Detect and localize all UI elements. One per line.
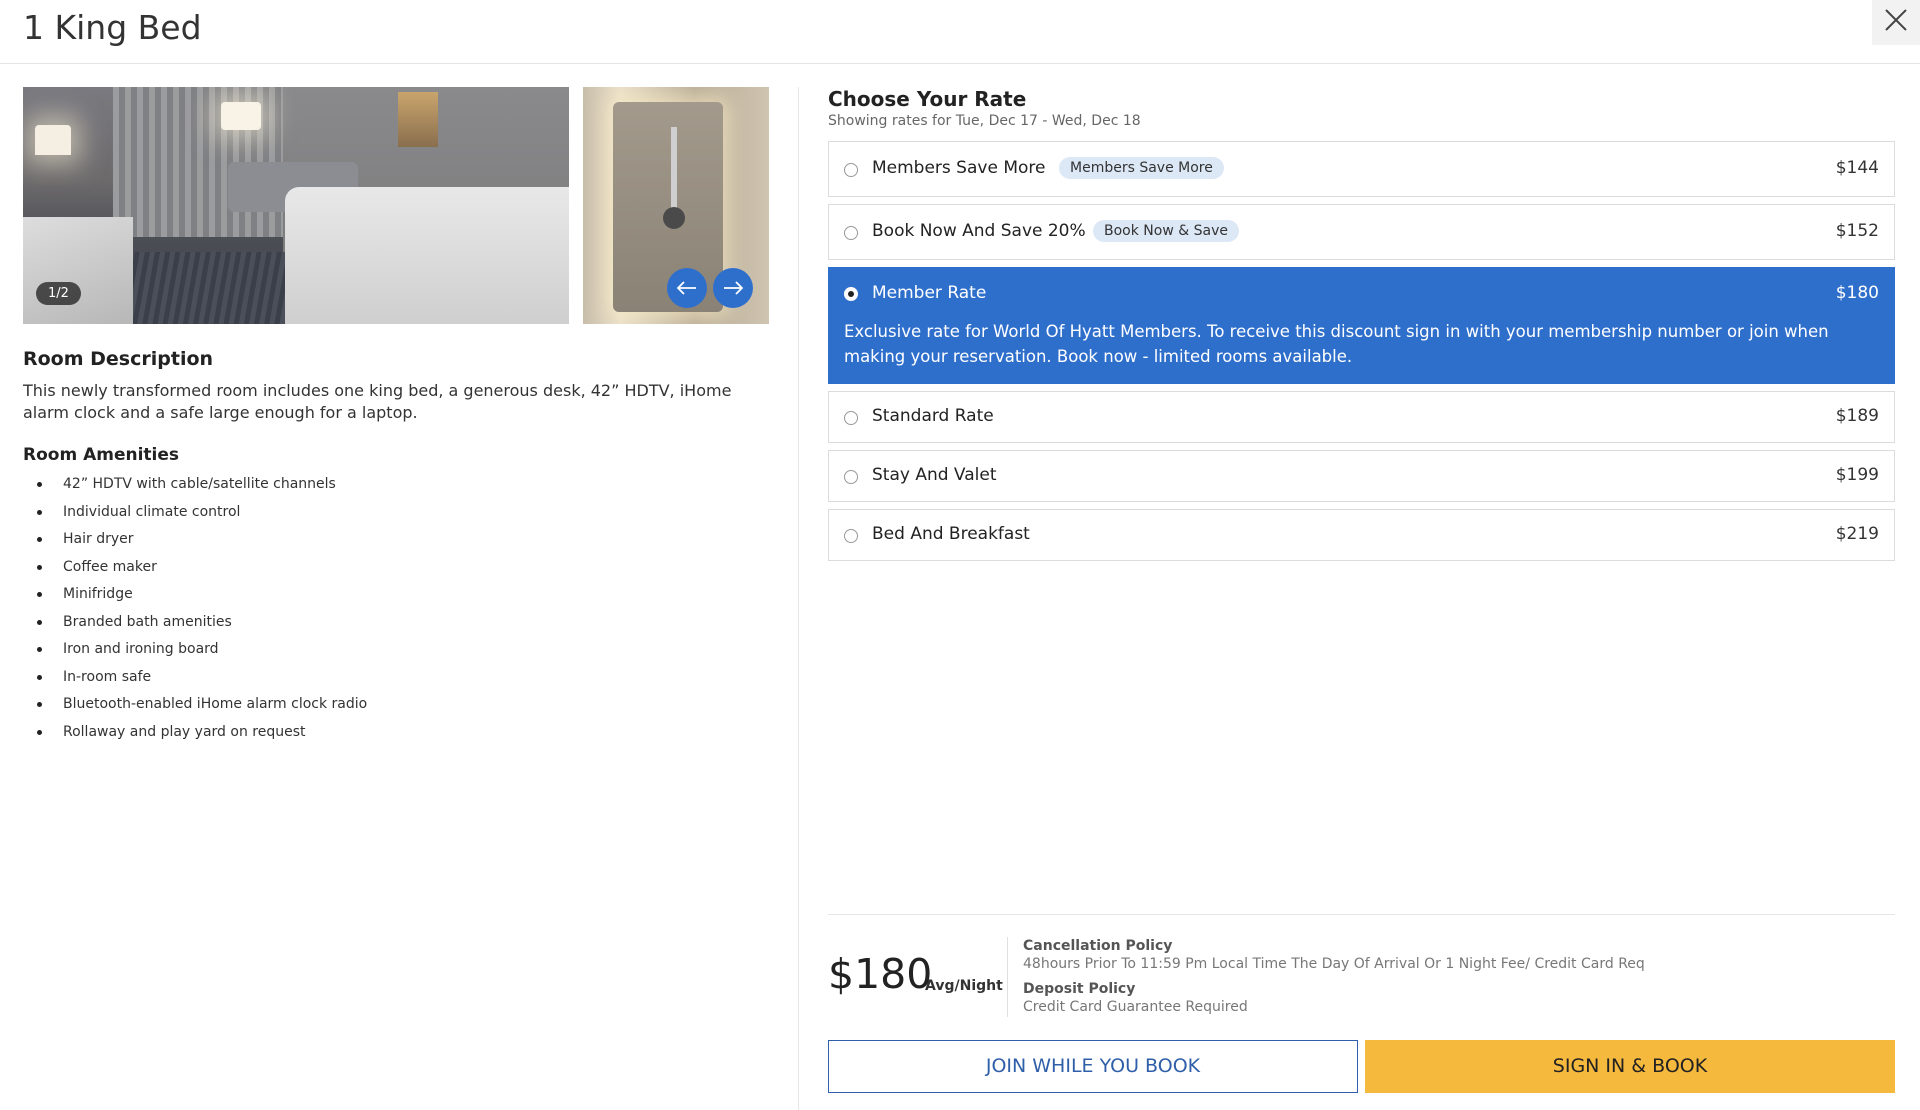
arrow-left-icon (677, 281, 696, 295)
rate-option-bed-and-breakfast[interactable]: Bed And Breakfast $219 (828, 509, 1895, 561)
rate-selection: Choose Your Rate Showing rates for Tue, … (828, 87, 1895, 568)
radio-button[interactable] (844, 411, 858, 425)
arrow-right-icon (724, 281, 743, 295)
room-details: 1/2 Room Description This newly transfor… (23, 87, 769, 750)
rate-price: $219 (1835, 524, 1879, 544)
total-price: $180 (828, 950, 933, 998)
sign-in-and-book-button[interactable]: SIGN IN & BOOK (1365, 1040, 1895, 1093)
photo-gallery: 1/2 (23, 87, 769, 324)
rate-price: $152 (1835, 221, 1879, 241)
deposit-policy-heading: Deposit Policy (1023, 981, 1136, 997)
close-button[interactable] (1872, 0, 1920, 45)
list-item: Branded bath amenities (23, 613, 769, 641)
list-item: Minifridge (23, 585, 769, 613)
list-item: Bluetooth-enabled iHome alarm clock radi… (23, 695, 769, 723)
gallery-prev-button[interactable] (667, 268, 707, 308)
modal-header: 1 King Bed (0, 0, 1920, 64)
rate-option-members-save-more[interactable]: Members Save More Members Save More $144 (828, 141, 1895, 197)
list-item: Iron and ironing board (23, 640, 769, 668)
rate-date-range: Showing rates for Tue, Dec 17 - Wed, Dec… (828, 113, 1141, 129)
list-item: Individual climate control (23, 503, 769, 531)
radio-button[interactable] (844, 226, 858, 240)
rate-name: Members Save More (872, 158, 1046, 178)
gallery-counter: 1/2 (36, 282, 81, 305)
cancellation-policy-text: 48hours Prior To 11:59 Pm Local Time The… (1023, 956, 1645, 972)
rate-description: Exclusive rate for World Of Hyatt Member… (844, 322, 1829, 366)
policy-divider (1007, 937, 1008, 1017)
room-description-heading: Room Description (23, 348, 214, 370)
room-amenities-heading: Room Amenities (23, 445, 180, 465)
price-summary: $180 Avg/Night (828, 950, 1003, 998)
rate-option-member-rate[interactable]: Member Rate $180 Exclusive rate for Worl… (828, 267, 1895, 384)
rate-price: $199 (1835, 465, 1879, 485)
cancellation-policy-heading: Cancellation Policy (1023, 938, 1173, 954)
radio-button[interactable] (844, 163, 858, 177)
list-item: Rollaway and play yard on request (23, 723, 769, 751)
list-item: In-room safe (23, 668, 769, 696)
list-item: 42” HDTV with cable/satellite channels (23, 475, 769, 503)
room-photo-bedroom (23, 87, 569, 324)
rate-name: Bed And Breakfast (872, 524, 1030, 544)
policy-info: Cancellation Policy 48hours Prior To 11:… (1023, 937, 1645, 1023)
radio-button[interactable] (844, 470, 858, 484)
radio-button[interactable] (844, 529, 858, 543)
rate-option-standard-rate[interactable]: Standard Rate $189 (828, 391, 1895, 443)
list-item: Coffee maker (23, 558, 769, 586)
choose-rate-heading: Choose Your Rate (828, 87, 1027, 111)
rate-option-stay-and-valet[interactable]: Stay And Valet $199 (828, 450, 1895, 502)
price-unit: Avg/Night (925, 978, 1003, 994)
rate-name: Stay And Valet (872, 465, 997, 485)
amenities-list: 42” HDTV with cable/satellite channels I… (23, 475, 769, 750)
rate-list: Members Save More Members Save More $144… (828, 141, 1895, 561)
deposit-policy-text: Credit Card Guarantee Required (1023, 999, 1248, 1015)
list-item: Hair dryer (23, 530, 769, 558)
join-while-you-book-button[interactable]: JOIN WHILE YOU BOOK (828, 1040, 1358, 1093)
page-title: 1 King Bed (23, 8, 202, 47)
column-divider (798, 87, 799, 1110)
rate-option-book-now-save[interactable]: Book Now And Save 20% Book Now & Save $1… (828, 204, 1895, 260)
rate-name: Book Now And Save 20% (872, 221, 1086, 241)
room-description-text: This newly transformed room includes one… (23, 381, 732, 422)
rate-price: $180 (1835, 283, 1879, 303)
rate-price: $189 (1835, 406, 1879, 426)
footer-divider (828, 914, 1895, 915)
rate-badge: Members Save More (1059, 157, 1224, 179)
rate-price: $144 (1835, 158, 1879, 178)
rate-name: Standard Rate (872, 406, 994, 426)
radio-button-selected[interactable] (844, 287, 858, 301)
rate-badge: Book Now & Save (1093, 220, 1239, 242)
rate-name: Member Rate (872, 283, 987, 303)
gallery-next-button[interactable] (713, 268, 753, 308)
close-icon (1885, 9, 1907, 31)
